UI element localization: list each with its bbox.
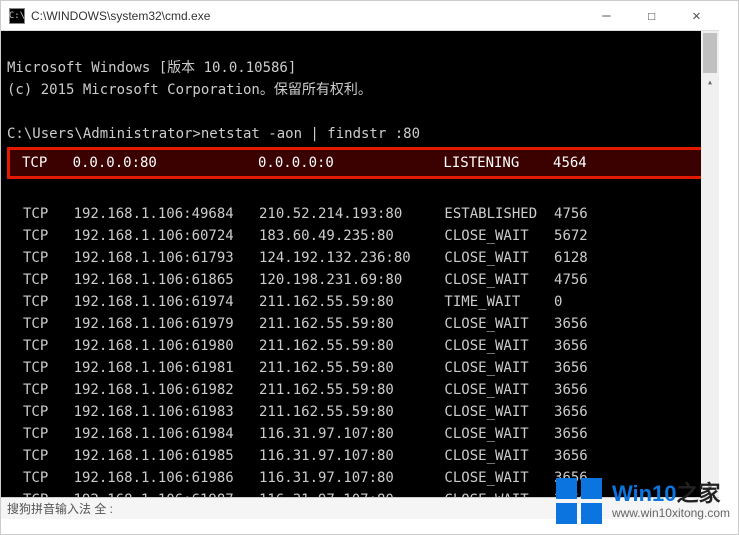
cmd-icon: C:\ xyxy=(9,8,25,24)
scroll-up-arrow[interactable]: ▴ xyxy=(701,75,719,91)
copyright-line: (c) 2015 Microsoft Corporation。保留所有权利。 xyxy=(7,82,372,98)
netstat-row: TCP 192.168.1.106:61974 211.162.55.59:80… xyxy=(7,291,713,313)
highlighted-row: TCP 0.0.0.0:80 0.0.0.0:0 LISTENING 4564 xyxy=(7,147,713,179)
netstat-row: TCP 192.168.1.106:61982 211.162.55.59:80… xyxy=(7,379,713,401)
cmd-window: C:\ C:\WINDOWS\system32\cmd.exe — ☐ ✕ Mi… xyxy=(1,1,719,519)
netstat-row: TCP 192.168.1.106:61979 211.162.55.59:80… xyxy=(7,313,713,335)
scrollbar[interactable]: ▴ ▾ xyxy=(701,31,719,497)
close-button[interactable]: ✕ xyxy=(674,1,719,31)
watermark-brand-cn: 之家 xyxy=(677,481,721,506)
titlebar: C:\ C:\WINDOWS\system32\cmd.exe — ☐ ✕ xyxy=(1,1,719,31)
ime-status-text: 搜狗拼音输入法 全 : xyxy=(7,500,113,517)
prompt-line: C:\Users\Administrator>netstat -aon | fi… xyxy=(7,126,420,142)
netstat-row: TCP 192.168.1.106:61981 211.162.55.59:80… xyxy=(7,357,713,379)
version-line: Microsoft Windows [版本 10.0.10586] xyxy=(7,60,296,76)
minimize-button[interactable]: — xyxy=(584,1,629,31)
windows-logo-icon xyxy=(556,478,602,524)
scrollbar-thumb[interactable] xyxy=(703,33,717,73)
netstat-row: TCP 192.168.1.106:61985 116.31.97.107:80… xyxy=(7,445,713,467)
netstat-row: TCP 192.168.1.106:61793 124.192.132.236:… xyxy=(7,247,713,269)
watermark: Win10之家 www.win10xitong.com xyxy=(556,478,730,524)
watermark-url: www.win10xitong.com xyxy=(612,507,730,520)
watermark-text: Win10之家 www.win10xitong.com xyxy=(612,482,730,519)
terminal-output[interactable]: Microsoft Windows [版本 10.0.10586] (c) 20… xyxy=(1,31,719,497)
window-controls: — ☐ ✕ xyxy=(584,1,719,31)
netstat-row: TCP 192.168.1.106:49684 210.52.214.193:8… xyxy=(7,203,713,225)
netstat-row: TCP 192.168.1.106:60724 183.60.49.235:80… xyxy=(7,225,713,247)
netstat-row: TCP 192.168.1.106:61983 211.162.55.59:80… xyxy=(7,401,713,423)
netstat-row: TCP 192.168.1.106:61980 211.162.55.59:80… xyxy=(7,335,713,357)
netstat-row: TCP 192.168.1.106:61865 120.198.231.69:8… xyxy=(7,269,713,291)
watermark-brand-en: Win10 xyxy=(612,481,677,506)
maximize-button[interactable]: ☐ xyxy=(629,1,674,31)
window-title: C:\WINDOWS\system32\cmd.exe xyxy=(31,9,584,23)
netstat-row: TCP 192.168.1.106:61984 116.31.97.107:80… xyxy=(7,423,713,445)
